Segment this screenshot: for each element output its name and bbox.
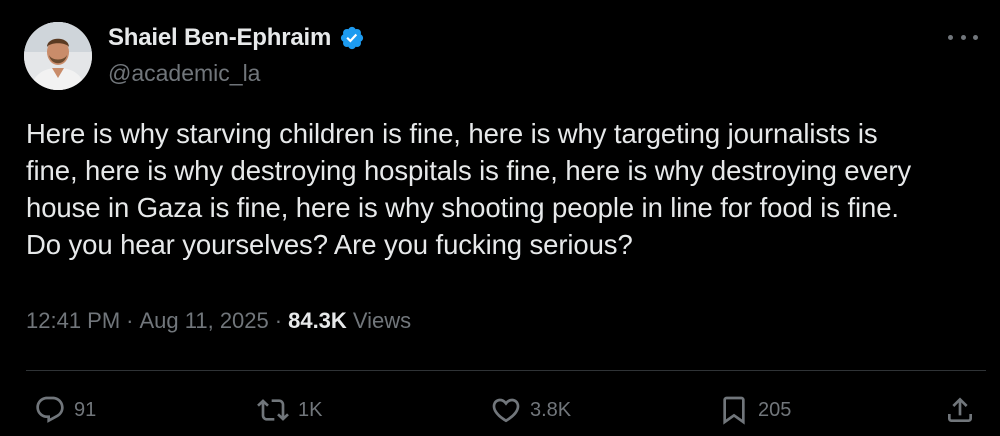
divider [26,370,986,371]
reply-icon [36,396,64,423]
like-count: 3.8K [530,398,572,421]
heart-icon [492,398,520,423]
views-count[interactable]: 84.3K [288,308,347,334]
avatar[interactable] [24,22,92,90]
repost-button[interactable]: 1K [256,390,322,430]
dot-icon [973,34,978,40]
bookmark-count: 205 [758,398,792,421]
post-time[interactable]: 12:41 PM [26,308,120,334]
share-icon [948,397,972,422]
repost-count: 1K [298,398,323,421]
bookmark-button[interactable]: 205 [718,390,791,430]
like-button[interactable]: 3.8K [490,390,571,430]
action-bar: 91 1K 3.8K 205 [0,390,1000,430]
meta-separator: · [274,308,283,333]
post-date[interactable]: Aug 11, 2025 [140,308,269,334]
views-label: Views [352,308,412,333]
share-button[interactable] [944,390,976,430]
meta-separator: · [126,308,134,333]
dot-icon [948,34,953,40]
post-text: Here is why starving children is fine, h… [26,118,912,260]
bookmark-icon [723,396,745,425]
dot-icon [960,34,966,40]
verified-badge-icon[interactable] [339,25,365,51]
author-handle[interactable]: @academic_la [108,60,260,87]
reply-button[interactable]: 91 [34,390,96,430]
profile-photo-icon [24,22,92,90]
author-display-name[interactable]: Shaiel Ben-Ephraim [108,24,331,52]
more-options-icon[interactable] [948,30,978,44]
post-meta: 12:41 PM · Aug 11, 2025 · 84.3K Views [26,308,411,334]
reply-count: 91 [74,398,97,421]
repost-icon [257,399,289,421]
author-name-row: Shaiel Ben-Ephraim [108,24,365,52]
